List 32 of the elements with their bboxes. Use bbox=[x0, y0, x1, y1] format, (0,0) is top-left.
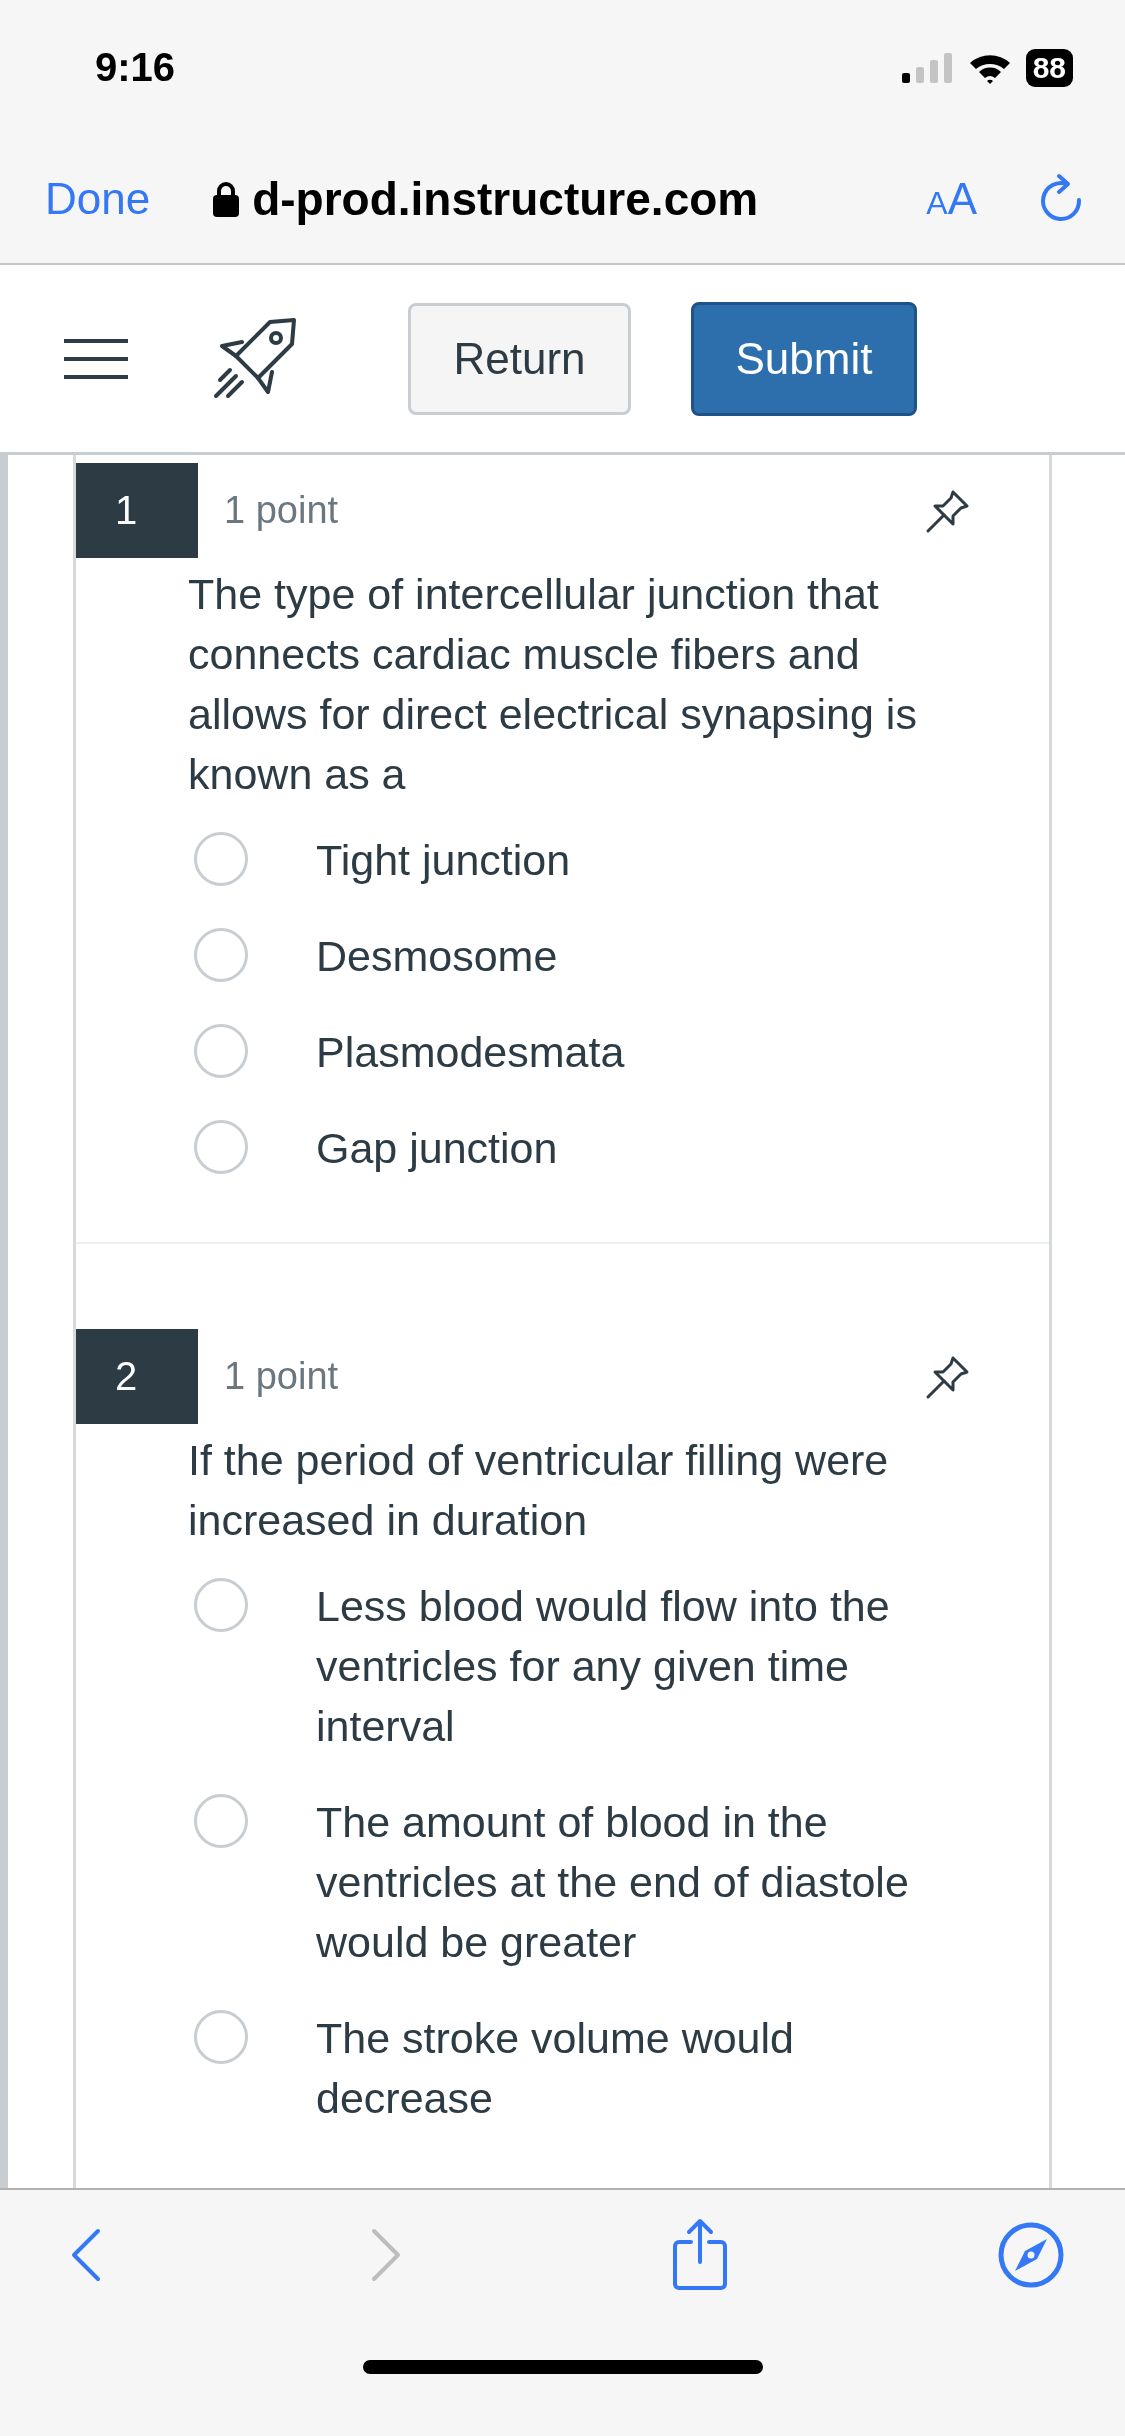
radio-button[interactable] bbox=[194, 1120, 248, 1174]
question-points: 1 point bbox=[224, 1355, 339, 1398]
return-button[interactable]: Return bbox=[408, 302, 631, 415]
question-points: 1 point bbox=[224, 489, 339, 532]
answer-option[interactable]: Plasmodesmata bbox=[316, 1022, 956, 1082]
answer-option[interactable]: Tight junction bbox=[316, 830, 956, 890]
compass-icon[interactable] bbox=[996, 2221, 1065, 2289]
radio-button[interactable] bbox=[194, 928, 248, 982]
lock-icon bbox=[212, 181, 241, 217]
answer-option[interactable]: Desmosome bbox=[316, 926, 956, 986]
url-text[interactable]: d-prod.instructure.com bbox=[252, 172, 759, 226]
radio-button[interactable] bbox=[194, 1578, 248, 1632]
answer-option[interactable]: The stroke volume would decrease bbox=[316, 2008, 956, 2128]
answer-option[interactable]: Gap junction bbox=[316, 1118, 956, 1178]
question-text: If the period of ventricular filling were increased in duration bbox=[188, 1435, 890, 1546]
radio-button[interactable] bbox=[194, 1024, 248, 1078]
question-number: 2 bbox=[76, 1329, 198, 1424]
submit-button[interactable]: Submit bbox=[691, 301, 917, 416]
answer-option[interactable]: The amount of blood in the ventricles at the end of diastole would be greater bbox=[316, 1792, 956, 1972]
status-time: 9:16 bbox=[95, 45, 176, 90]
share-icon[interactable] bbox=[671, 2218, 730, 2292]
radio-button[interactable] bbox=[194, 2010, 248, 2064]
answer-option[interactable]: Less blood would flow into the ventricles for any given time interval bbox=[316, 1576, 956, 1756]
menu-icon[interactable] bbox=[62, 336, 130, 381]
radio-button[interactable] bbox=[194, 832, 248, 886]
radio-button[interactable] bbox=[194, 1794, 248, 1848]
signal-icon bbox=[901, 52, 954, 83]
done-button[interactable]: Done bbox=[45, 174, 151, 224]
question-number: 1 bbox=[76, 463, 198, 558]
text-size-button[interactable]: AA bbox=[926, 174, 977, 224]
question-text: The type of intercellular junction that connects cardiac muscle fibers and allows for direct electrical synapsing is known as a bbox=[188, 569, 918, 800]
battery-level: 88 bbox=[1025, 48, 1073, 87]
